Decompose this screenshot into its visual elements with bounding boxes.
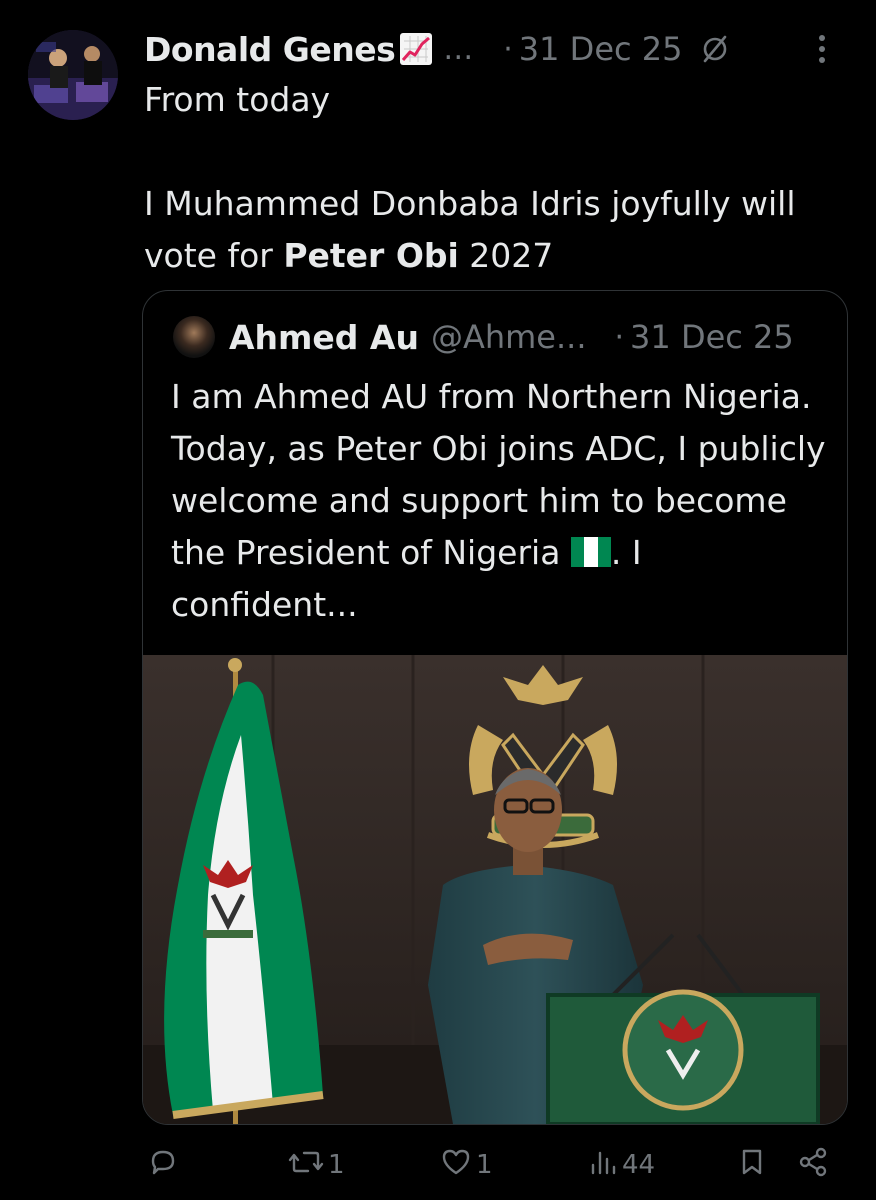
views-button[interactable]: 44 (588, 1140, 655, 1190)
post-text-bold: Peter Obi (283, 236, 459, 275)
author-name[interactable]: Donald Genes (144, 30, 396, 69)
views-icon (588, 1147, 618, 1184)
repost-button[interactable]: 1 (288, 1140, 345, 1190)
bookmark-button[interactable] (738, 1140, 766, 1190)
quoted-post-header: Ahmed Au @Ahme... · 31 Dec 25 (173, 313, 827, 361)
more-options-icon[interactable] (818, 34, 826, 68)
quoted-post-text: I am Ahmed AU from Northern Nigeria. Tod… (171, 371, 831, 631)
separator-dot: · (503, 31, 513, 67)
name-truncation: … (443, 31, 474, 67)
avatar-photo (28, 30, 118, 120)
repost-count: 1 (328, 1150, 345, 1180)
bookmark-icon (738, 1147, 766, 1184)
nigeria-flag-icon (570, 530, 611, 567)
share-button[interactable] (798, 1140, 828, 1190)
quoted-post[interactable]: Ahmed Au @Ahme... · 31 Dec 25 I am Ahmed… (142, 290, 848, 1125)
post-text: From today I Muhammed Donbaba Idris joyf… (144, 74, 854, 282)
post-text-line: I Muhammed Donbaba Idris joyfully will v… (144, 178, 854, 282)
author-avatar[interactable] (28, 30, 118, 120)
quoted-post-date: 31 Dec 25 (630, 318, 794, 356)
post-header: Donald Genes … · 31 Dec 25 (144, 24, 856, 74)
quoted-author-name: Ahmed Au (229, 317, 419, 357)
like-button[interactable]: 1 (440, 1140, 493, 1190)
grok-icon[interactable] (700, 34, 730, 64)
post-text-line: From today (144, 80, 331, 119)
separator-dot: · (614, 319, 625, 355)
action-bar: 1 1 44 (144, 1140, 844, 1190)
post-text-part: 2027 (458, 236, 554, 275)
chart-increasing-icon (399, 32, 433, 66)
like-count: 1 (476, 1150, 493, 1180)
heart-icon (440, 1147, 472, 1184)
quoted-author-handle: @Ahme... (430, 318, 587, 356)
quoted-text-part: I am Ahmed AU from Northern Nigeria. Tod… (171, 377, 826, 572)
quoted-author-avatar (173, 316, 215, 358)
repost-icon (288, 1147, 324, 1184)
reply-icon (148, 1147, 178, 1184)
quoted-post-image[interactable] (143, 655, 847, 1124)
post-date[interactable]: 31 Dec 25 (519, 30, 683, 68)
reply-button[interactable] (148, 1140, 182, 1190)
views-count: 44 (622, 1150, 656, 1180)
share-icon (798, 1147, 828, 1184)
